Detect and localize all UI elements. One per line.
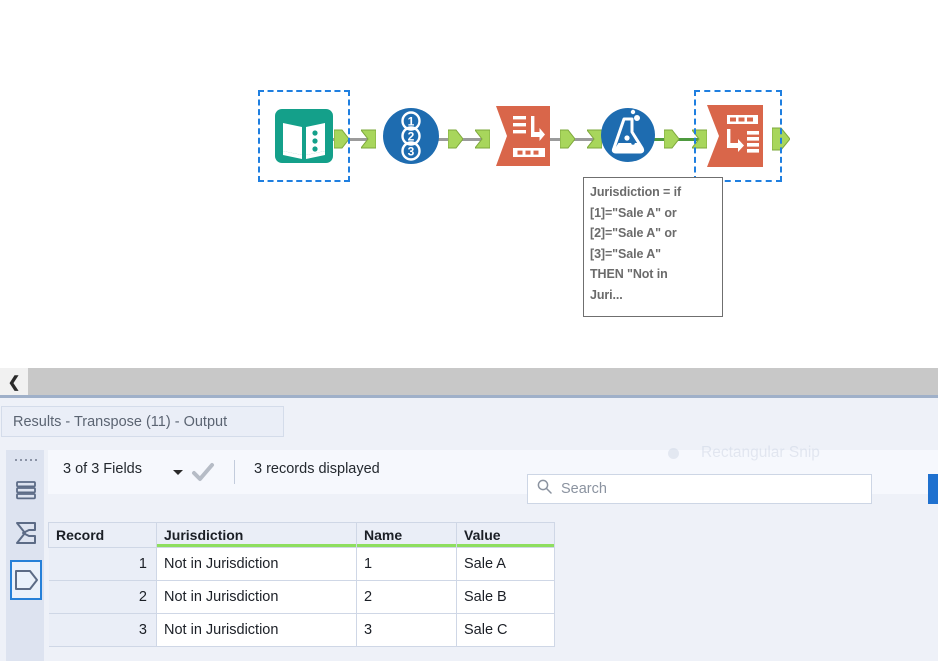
- results-panel: Results - Transpose (11) - Output 3 of 3…: [0, 396, 938, 661]
- cell-value: Sale C: [456, 613, 555, 647]
- node-input-data[interactable]: [258, 90, 350, 182]
- rail-item-summary-view[interactable]: [10, 513, 42, 553]
- annotation-line: [1]="Sale A" or: [590, 205, 677, 220]
- table-header-row: Record Jurisdiction Name Value: [48, 522, 555, 548]
- cell-record: 3: [48, 613, 157, 647]
- toolbar-divider: [234, 460, 235, 484]
- connector-in-recordid[interactable]: [361, 129, 376, 149]
- annotation-line: [3]="Sale A": [590, 246, 661, 261]
- node-formula[interactable]: [600, 107, 656, 163]
- rows-icon: [16, 481, 36, 500]
- table-row[interactable]: 3 Not in Jurisdiction 3 Sale C: [48, 613, 555, 647]
- connector-out-recordid[interactable]: [448, 129, 463, 149]
- cell-value: Sale B: [456, 580, 555, 614]
- connector-out-transpose[interactable]: [560, 129, 575, 149]
- search-box[interactable]: [527, 474, 872, 504]
- rail-item-rows-view[interactable]: [10, 470, 42, 510]
- search-action-button[interactable]: [928, 474, 938, 504]
- rail-grip-handle[interactable]: [11, 455, 40, 465]
- cell-name: 1: [356, 547, 457, 581]
- cell-name: 2: [356, 580, 457, 614]
- pentagon-icon: [15, 570, 38, 590]
- cell-jurisdiction: Not in Jurisdiction: [156, 580, 357, 614]
- records-displayed-label: 3 records displayed: [254, 461, 380, 477]
- node-transpose[interactable]: [494, 104, 558, 168]
- column-header-jurisdiction[interactable]: Jurisdiction: [156, 522, 357, 548]
- connector-out-formula[interactable]: [664, 129, 679, 149]
- node-record-id[interactable]: 1 2 3: [382, 107, 440, 165]
- table-row[interactable]: 1 Not in Jurisdiction 1 Sale A: [48, 547, 555, 581]
- annotation-line: Jurisdiction = if: [590, 185, 682, 199]
- sigma-icon: [16, 522, 36, 544]
- book-folder-icon: [275, 109, 333, 163]
- column-header-name[interactable]: Name: [356, 522, 457, 548]
- check-icon[interactable]: [191, 460, 215, 484]
- chevron-down-icon[interactable]: [173, 470, 183, 475]
- results-view-rail: [6, 450, 44, 661]
- results-splitter-bar[interactable]: ❮: [0, 368, 938, 396]
- annotation-line: THEN "Not in: [590, 267, 668, 281]
- cell-jurisdiction: Not in Jurisdiction: [156, 547, 357, 581]
- search-icon: [537, 479, 552, 499]
- fields-count-label[interactable]: 3 of 3 Fields: [63, 461, 142, 477]
- results-title: Results - Transpose (11) - Output: [1, 406, 284, 437]
- transpose-icon: [496, 106, 550, 166]
- rail-item-profile-view[interactable]: [10, 560, 42, 600]
- workflow-canvas[interactable]: 1 2 3 Jurisdiction = if [1]="Sale A" or …: [0, 0, 938, 368]
- crosstab-icon: [707, 105, 763, 167]
- column-header-record[interactable]: Record: [48, 522, 157, 548]
- annotation-line: Juri...: [590, 287, 623, 302]
- results-table[interactable]: Record Jurisdiction Name Value 1 Not in …: [48, 522, 558, 647]
- app-window: 1 2 3 Jurisdiction = if [1]="Sale A" or …: [0, 0, 938, 661]
- column-header-value[interactable]: Value: [456, 522, 555, 548]
- cell-record: 1: [48, 547, 157, 581]
- cell-jurisdiction: Not in Jurisdiction: [156, 613, 357, 647]
- cell-record: 2: [48, 580, 157, 614]
- numbers-123-icon: 1 2 3: [383, 108, 439, 164]
- annotation-line: [2]="Sale A" or: [590, 226, 677, 240]
- flask-icon: [601, 108, 655, 162]
- node-cross-tab[interactable]: [694, 90, 782, 182]
- cell-name: 3: [356, 613, 457, 647]
- chevron-left-icon[interactable]: ❮: [0, 368, 28, 395]
- connector-in-transpose[interactable]: [475, 129, 490, 149]
- formula-annotation: Jurisdiction = if [1]="Sale A" or [2]="S…: [583, 177, 723, 317]
- table-row[interactable]: 2 Not in Jurisdiction 2 Sale B: [48, 580, 555, 614]
- svg-text:3: 3: [408, 145, 415, 159]
- search-input[interactable]: [559, 480, 853, 498]
- cell-value: Sale A: [456, 547, 555, 581]
- connector-out-crosstab[interactable]: [772, 127, 790, 151]
